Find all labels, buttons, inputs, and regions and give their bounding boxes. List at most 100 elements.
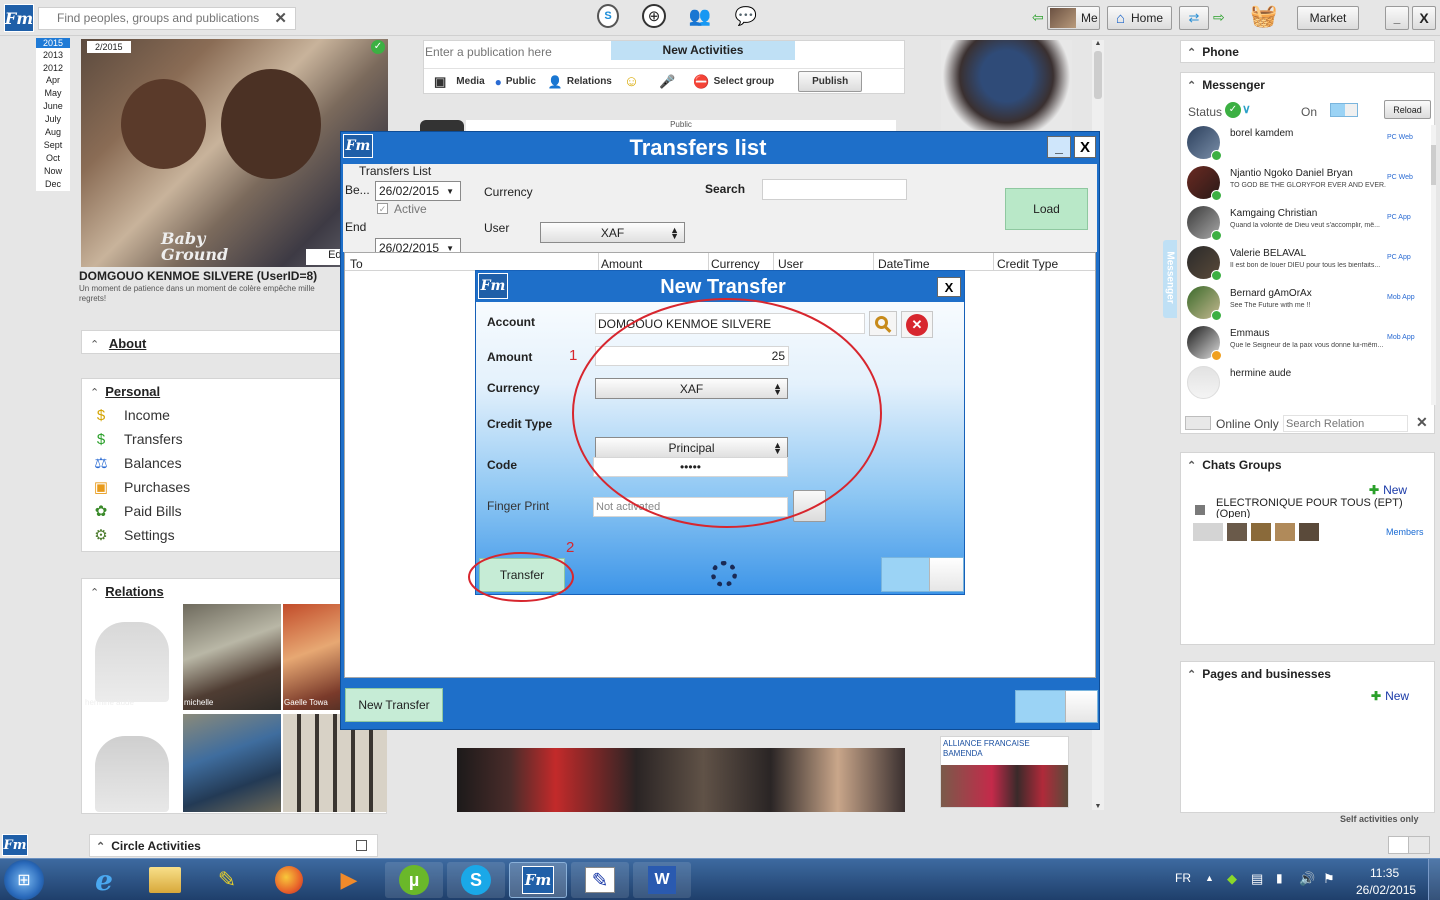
clear-search-icon[interactable]: ✕ <box>274 9 287 27</box>
messenger-toggle[interactable] <box>1330 103 1358 117</box>
tray-sync-icon[interactable]: ▤ <box>1251 871 1263 887</box>
dialog-close-button[interactable]: X <box>937 277 961 297</box>
transfer-search-input[interactable] <box>762 179 907 200</box>
transfer-button[interactable]: Transfer <box>479 558 565 592</box>
back-arrow-icon[interactable]: ⇦ <box>1032 9 1044 26</box>
globe-icon[interactable]: ⊕ <box>642 4 666 28</box>
column-header-amount[interactable]: Amount <box>599 253 709 271</box>
begin-date-picker[interactable]: 26/02/2015 ▼ <box>375 181 461 201</box>
close-app-button[interactable]: X <box>1412 6 1436 30</box>
column-header-user[interactable]: User <box>774 253 874 271</box>
menu-income[interactable]: $ Income <box>90 403 334 427</box>
online-status-icon[interactable]: ✓ <box>1225 102 1241 118</box>
bottom-app-logo[interactable]: Fm <box>2 834 28 856</box>
new-activities-tab[interactable]: New Activities <box>611 41 795 60</box>
menu-paid-bills[interactable]: ✿ Paid Bills <box>90 499 334 523</box>
credit-type-dropdown[interactable]: Principal ▲ ▼ <box>595 437 788 458</box>
app-logo[interactable]: Fm <box>4 4 34 32</box>
contact-item[interactable]: Kamgaing Christian Quand la volonté de D… <box>1185 206 1425 246</box>
active-checkbox[interactable]: ✓ <box>377 203 388 214</box>
sync-button[interactable]: ⇄ <box>1179 6 1209 30</box>
public-button[interactable]: Public <box>506 76 536 87</box>
microphone-icon[interactable]: 🎤 <box>659 74 675 90</box>
clock-date[interactable]: 26/02/2015 <box>1356 883 1416 897</box>
timeline-month[interactable]: Now <box>36 165 70 178</box>
timeline-month[interactable]: Apr <box>36 74 70 87</box>
collapse-icon[interactable]: ⌃ <box>1187 80 1196 92</box>
column-header-to[interactable]: To <box>345 253 599 271</box>
drawing-app-icon[interactable]: ✎ <box>571 862 629 898</box>
code-field[interactable]: ••••• <box>593 457 788 477</box>
feed-photo[interactable] <box>941 40 1072 130</box>
window-restore-icon[interactable] <box>356 840 367 851</box>
select-group-button[interactable]: Select group <box>714 76 775 87</box>
relation-tile[interactable]: michelle <box>183 604 281 710</box>
self-activities-toggle[interactable] <box>1388 836 1430 854</box>
contact-item[interactable]: Njantio Ngoko Daniel Bryan TO GOD BE THE… <box>1185 166 1425 206</box>
new-group-button[interactable]: ✚ New <box>1369 483 1407 497</box>
contact-item[interactable]: hermine aude <box>1185 366 1425 406</box>
menu-purchases[interactable]: ▣ Purchases <box>90 475 334 499</box>
feed-card[interactable]: ALLIANCE FRANCAISE BAMENDA <box>940 736 1069 808</box>
minimize-button[interactable]: _ <box>1385 6 1409 30</box>
chat-icon[interactable]: 💬 <box>733 5 759 27</box>
media-button[interactable]: Media <box>456 76 484 87</box>
clock-time[interactable]: 11:35 <box>1370 866 1399 880</box>
no-entry-icon[interactable]: ⛔ <box>693 74 709 90</box>
media-player-icon[interactable]: ▶ <box>320 862 378 898</box>
signal-icon[interactable]: ▮ <box>1276 871 1283 885</box>
search-box[interactable]: ✕ <box>38 7 296 30</box>
relations-button[interactable]: Relations <box>567 76 612 87</box>
relation-tile[interactable] <box>183 714 281 812</box>
timeline-month[interactable]: Oct <box>36 152 70 165</box>
timeline-month[interactable]: Sept <box>36 139 70 152</box>
member-avatar[interactable] <box>1299 523 1319 541</box>
timeline-year[interactable]: 2013 <box>36 48 70 61</box>
scrollbar-thumb[interactable] <box>1094 51 1102 99</box>
search-input[interactable] <box>57 8 285 28</box>
member-avatar[interactable] <box>1275 523 1295 541</box>
clear-account-icon[interactable]: ✕ <box>901 311 933 338</box>
reload-button[interactable]: Reload <box>1384 100 1431 119</box>
amount-field[interactable]: 25 <box>595 346 789 366</box>
timeline-month[interactable]: Dec <box>36 178 70 191</box>
new-page-button[interactable]: ✚ New <box>1371 689 1409 703</box>
messenger-side-tab[interactable]: Messenger <box>1163 240 1177 318</box>
feed-post-image[interactable] <box>457 748 905 812</box>
collapse-icon[interactable]: ⌃ <box>1187 460 1196 472</box>
search-relation-input[interactable] <box>1283 415 1408 432</box>
tray-expand-icon[interactable]: ▲ <box>1205 873 1214 883</box>
new-transfer-button[interactable]: New Transfer <box>345 688 443 722</box>
camera-icon[interactable]: ▣ <box>434 74 446 90</box>
smiley-icon[interactable]: ☺ <box>624 73 639 90</box>
fingerprint-scan-button[interactable] <box>793 490 826 522</box>
word-icon[interactable]: W <box>633 862 691 898</box>
flag-icon[interactable]: ⚑ <box>1323 871 1335 887</box>
about-link[interactable]: About <box>109 336 147 351</box>
contact-item[interactable]: Valerie BELAVAL Il est bon de louer DIEU… <box>1185 246 1425 286</box>
currency-select[interactable]: XAF ▲ ▼ <box>540 222 685 243</box>
status-dropdown-icon[interactable]: ∨ <box>1242 102 1251 116</box>
timeline-month[interactable]: June <box>36 100 70 113</box>
utorrent-icon[interactable]: µ <box>385 862 443 898</box>
member-avatar[interactable] <box>1227 523 1247 541</box>
column-header-currency[interactable]: Currency <box>709 253 774 271</box>
member-avatar[interactable] <box>1193 523 1223 541</box>
relations-link[interactable]: Relations <box>105 584 164 599</box>
dialog-toggle-switch[interactable] <box>881 557 964 592</box>
account-field[interactable]: DOMGOUO KENMOE SILVERE <box>595 313 865 334</box>
volume-icon[interactable]: 🔊 <box>1299 871 1315 887</box>
member-avatar[interactable] <box>1251 523 1271 541</box>
column-header-datetime[interactable]: DateTime <box>874 253 994 271</box>
basket-icon[interactable]: 🧺 <box>1249 2 1279 30</box>
circle-activities-bar[interactable]: ⌃ Circle Activities <box>89 834 378 857</box>
collapse-icon[interactable]: ⌃ <box>90 339 99 351</box>
publish-button[interactable]: Publish <box>798 71 863 92</box>
language-indicator[interactable]: FR <box>1175 871 1191 885</box>
column-header-credit-type[interactable]: Credit Type <box>994 253 1094 271</box>
timeline-month[interactable]: May <box>36 87 70 100</box>
market-button[interactable]: Market <box>1297 6 1359 30</box>
search-account-icon[interactable] <box>869 311 897 336</box>
home-button[interactable]: ⌂ Home <box>1107 6 1172 30</box>
clear-search-icon[interactable]: ✕ <box>1416 414 1428 431</box>
